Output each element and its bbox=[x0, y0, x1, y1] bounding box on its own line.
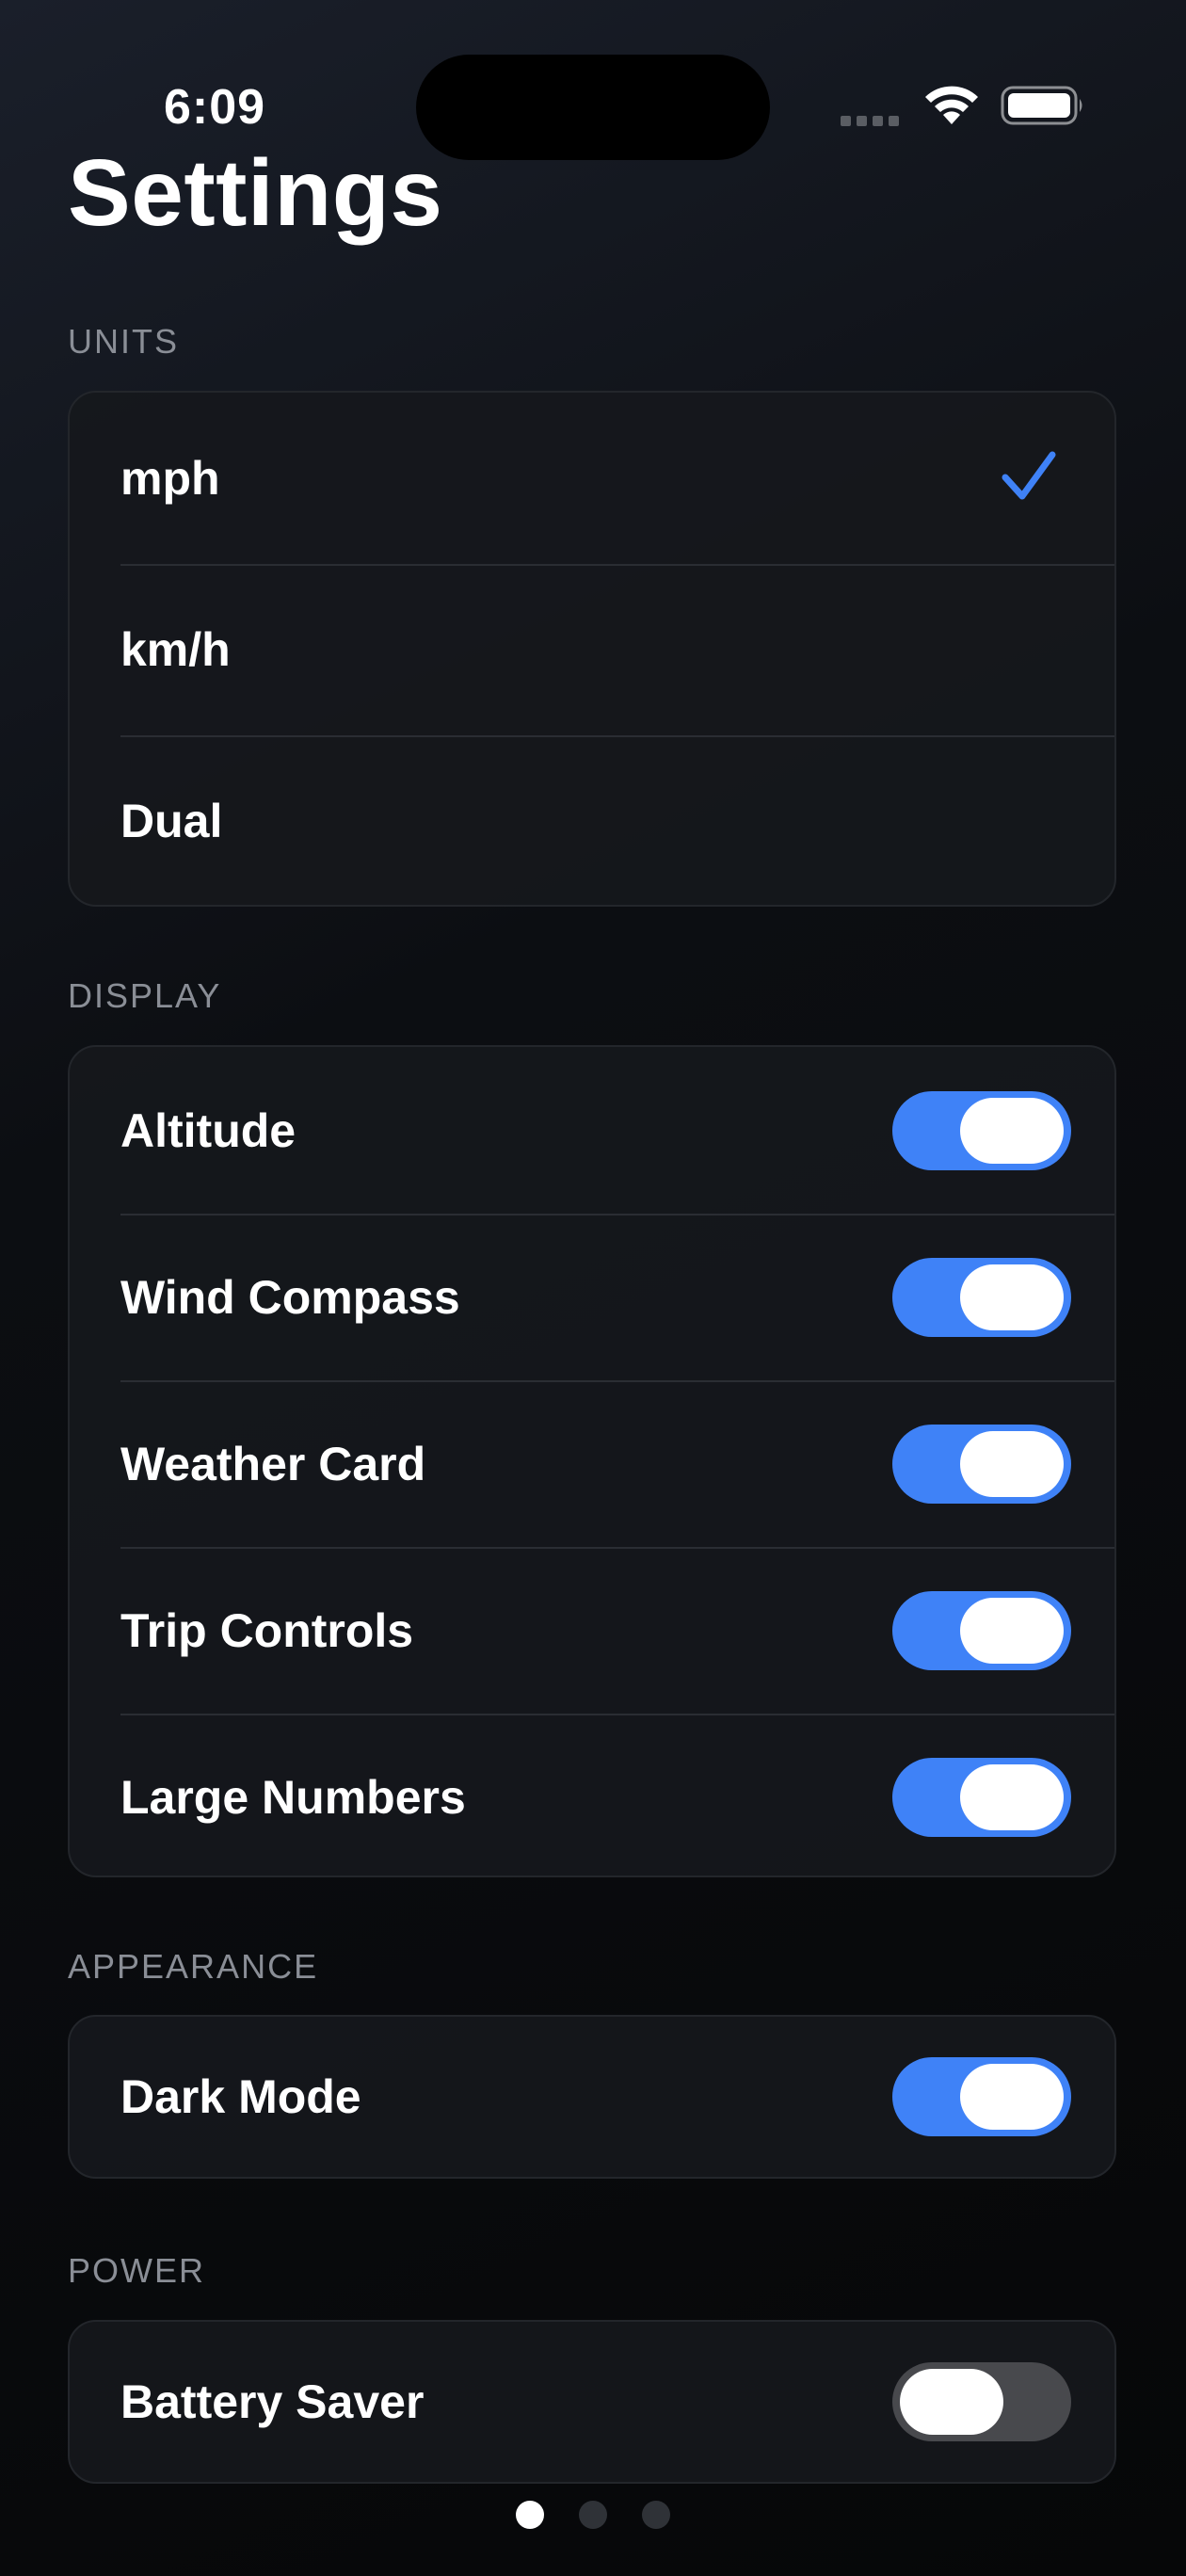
units-option-mph[interactable]: mph bbox=[70, 393, 1114, 564]
appearance-row-dark-mode: Dark Mode bbox=[70, 2017, 1114, 2177]
page-dot[interactable] bbox=[642, 2501, 670, 2529]
wifi-icon bbox=[925, 86, 978, 124]
status-time: 6:09 bbox=[164, 80, 266, 135]
setting-label: Altitude bbox=[120, 1103, 296, 1157]
battery-saver-toggle[interactable] bbox=[892, 2362, 1071, 2441]
display-card: Altitude Wind Compass Weather Card Trip … bbox=[68, 1045, 1116, 1877]
dynamic-island bbox=[416, 55, 770, 160]
units-option-label: km/h bbox=[120, 623, 231, 676]
signal-dots-icon bbox=[841, 116, 899, 126]
page-dot[interactable] bbox=[516, 2501, 544, 2529]
page-indicator bbox=[516, 2501, 670, 2529]
display-row-altitude: Altitude bbox=[70, 1047, 1114, 1214]
wind-compass-toggle[interactable] bbox=[892, 1257, 1071, 1337]
weather-card-toggle[interactable] bbox=[892, 1424, 1071, 1504]
power-row-battery-saver: Battery Saver bbox=[70, 2322, 1114, 2482]
altitude-toggle[interactable] bbox=[892, 1090, 1071, 1170]
power-card: Battery Saver bbox=[68, 2320, 1116, 2484]
section-label-display: DISPLAY bbox=[68, 976, 222, 1015]
setting-label: Dark Mode bbox=[120, 2070, 361, 2123]
units-option-label: Dual bbox=[120, 795, 223, 847]
units-option-dual[interactable]: Dual bbox=[70, 735, 1114, 905]
large-numbers-toggle[interactable] bbox=[892, 1757, 1071, 1837]
setting-label: Wind Compass bbox=[120, 1270, 460, 1324]
page-title: Settings bbox=[68, 140, 443, 246]
units-option-kmh[interactable]: km/h bbox=[70, 564, 1114, 735]
display-row-weather-card: Weather Card bbox=[70, 1380, 1114, 1547]
setting-label: Battery Saver bbox=[120, 2375, 425, 2428]
setting-label: Trip Controls bbox=[120, 1603, 414, 1657]
display-row-large-numbers: Large Numbers bbox=[70, 1714, 1114, 1876]
battery-icon bbox=[1001, 86, 1082, 125]
section-label-power: POWER bbox=[68, 2251, 206, 2290]
setting-label: Weather Card bbox=[120, 1437, 426, 1490]
display-row-trip-controls: Trip Controls bbox=[70, 1547, 1114, 1714]
section-label-appearance: APPEARANCE bbox=[68, 1947, 319, 1986]
units-option-label: mph bbox=[120, 452, 220, 505]
setting-label: Large Numbers bbox=[120, 1770, 466, 1824]
units-card: mph km/h Dual bbox=[68, 391, 1116, 907]
section-label-units: UNITS bbox=[68, 322, 179, 361]
trip-controls-toggle[interactable] bbox=[892, 1590, 1071, 1670]
display-row-wind-compass: Wind Compass bbox=[70, 1214, 1114, 1380]
status-bar: 6:09 bbox=[0, 0, 1186, 160]
checkmark-icon bbox=[1002, 451, 1056, 500]
page-dot[interactable] bbox=[579, 2501, 607, 2529]
appearance-card: Dark Mode bbox=[68, 2015, 1116, 2179]
dark-mode-toggle[interactable] bbox=[892, 2057, 1071, 2136]
